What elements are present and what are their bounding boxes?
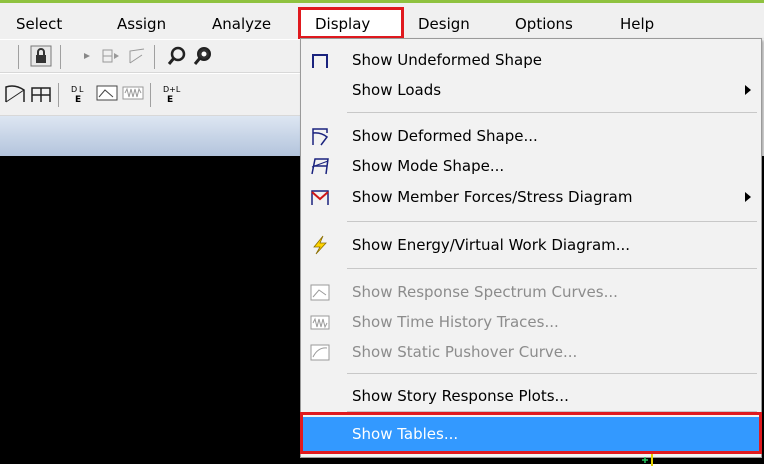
menu-item-show-time-history[interactable]: Show Time History Traces... bbox=[301, 307, 761, 337]
menu-item-show-loads[interactable]: Show Loads bbox=[301, 75, 761, 105]
menu-separator bbox=[347, 268, 757, 269]
toolbar-row-1 bbox=[0, 40, 300, 73]
menu-item-show-story-response[interactable]: Show Story Response Plots... bbox=[301, 381, 761, 411]
menu-options[interactable]: Options bbox=[515, 13, 573, 35]
deformed-shape-icon[interactable] bbox=[4, 82, 26, 104]
toolbar-separator bbox=[154, 45, 155, 69]
menu-separator bbox=[347, 112, 757, 113]
zoom-out-icon[interactable] bbox=[166, 45, 188, 67]
canvas-marker-icon bbox=[640, 452, 662, 466]
toolbar-separator bbox=[18, 45, 19, 69]
menu-separator bbox=[347, 221, 757, 222]
svg-text:L: L bbox=[79, 85, 84, 94]
menu-item-label: Show Member Forces/Stress Diagram bbox=[352, 188, 633, 206]
time-history-icon[interactable] bbox=[122, 82, 144, 104]
load-dl-icon[interactable]: DLE bbox=[70, 82, 92, 105]
menu-display[interactable]: Display bbox=[298, 7, 404, 39]
step-icon[interactable] bbox=[100, 45, 122, 67]
toolbar-separator bbox=[150, 83, 151, 107]
lightning-icon bbox=[309, 234, 331, 256]
svg-text:D: D bbox=[71, 85, 77, 94]
time-history-icon bbox=[309, 311, 331, 333]
menu-item-label: Show Loads bbox=[352, 81, 442, 99]
menu-item-show-deformed-shape[interactable]: Show Deformed Shape... bbox=[301, 121, 761, 151]
menu-item-label: Show Energy/Virtual Work Diagram... bbox=[352, 236, 631, 254]
lock-icon[interactable] bbox=[30, 45, 52, 67]
member-forces-icon bbox=[309, 186, 331, 208]
display-dropdown-menu: Show Undeformed Shape Show Loads Show De… bbox=[300, 38, 762, 458]
undo-icon[interactable] bbox=[126, 45, 148, 67]
curve-icon[interactable] bbox=[96, 82, 118, 104]
toolbar-row-2: DLE D+L E bbox=[0, 74, 300, 116]
menu-item-show-mode-shape[interactable]: Show Mode Shape... bbox=[301, 151, 761, 181]
menu-item-show-member-forces[interactable]: Show Member Forces/Stress Diagram bbox=[301, 182, 761, 212]
menu-analyze[interactable]: Analyze bbox=[212, 13, 271, 35]
menu-item-label: Show Time History Traces... bbox=[352, 313, 559, 331]
response-spectrum-icon bbox=[309, 281, 331, 303]
menu-help[interactable]: Help bbox=[620, 13, 654, 35]
zoom-in-icon[interactable] bbox=[192, 45, 214, 67]
view-title-bar bbox=[0, 116, 300, 156]
mode-shape-icon bbox=[309, 155, 331, 177]
menu-item-label: Show Static Pushover Curve... bbox=[352, 343, 578, 361]
toolbar-separator bbox=[58, 83, 59, 107]
svg-text:D+L: D+L bbox=[163, 85, 181, 94]
menu-item-show-pushover-curve[interactable]: Show Static Pushover Curve... bbox=[301, 337, 761, 367]
toolbar-separator bbox=[60, 45, 61, 69]
svg-text:E: E bbox=[167, 95, 173, 104]
menu-select[interactable]: Select bbox=[16, 13, 62, 35]
menu-item-show-undeformed-shape[interactable]: Show Undeformed Shape bbox=[301, 45, 761, 75]
menu-item-label: Show Mode Shape... bbox=[352, 157, 505, 175]
load-combo-icon[interactable]: D+L E bbox=[162, 82, 184, 105]
run-arrow-icon[interactable] bbox=[78, 45, 100, 67]
svg-text:E: E bbox=[75, 95, 81, 104]
menu-item-label: Show Story Response Plots... bbox=[352, 387, 569, 405]
menu-design[interactable]: Design bbox=[418, 13, 470, 35]
menu-item-show-energy-diagram[interactable]: Show Energy/Virtual Work Diagram... bbox=[301, 230, 761, 260]
deformed-shape-icon bbox=[309, 125, 331, 147]
menu-display-label: Display bbox=[315, 15, 371, 33]
annotation-highlight-box bbox=[300, 412, 762, 454]
mode-shape-icon[interactable] bbox=[30, 82, 52, 104]
menu-item-label: Show Response Spectrum Curves... bbox=[352, 283, 618, 301]
pushover-curve-icon bbox=[309, 341, 331, 363]
menu-item-label: Show Deformed Shape... bbox=[352, 127, 538, 145]
submenu-arrow-icon bbox=[745, 192, 751, 202]
menu-item-show-response-spectrum[interactable]: Show Response Spectrum Curves... bbox=[301, 277, 761, 307]
submenu-arrow-icon bbox=[745, 85, 751, 95]
undeformed-shape-icon bbox=[309, 49, 331, 71]
menu-assign[interactable]: Assign bbox=[117, 13, 166, 35]
menu-item-label: Show Undeformed Shape bbox=[352, 51, 542, 69]
menu-separator bbox=[347, 373, 757, 374]
